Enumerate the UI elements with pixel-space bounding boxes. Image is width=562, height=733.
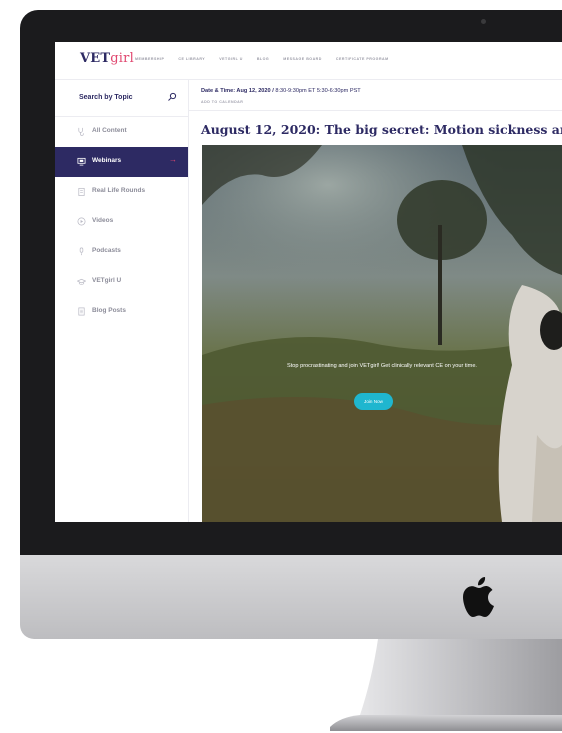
hero-banner: Stop procrastinating and join VETgirl! G… bbox=[202, 145, 562, 522]
play-icon bbox=[77, 217, 86, 226]
search-by-topic[interactable]: Search by Topic bbox=[55, 80, 188, 117]
sidebar: Search by Topic All Content Webinars → R… bbox=[55, 80, 189, 522]
divider bbox=[189, 110, 562, 111]
document-icon bbox=[78, 307, 85, 316]
sidebar-item-label: Blog Posts bbox=[92, 307, 126, 314]
sidebar-item-blog-posts[interactable]: Blog Posts bbox=[55, 297, 188, 327]
sidebar-item-label: Real Life Rounds bbox=[92, 187, 146, 194]
sidebar-item-label: Videos bbox=[92, 217, 114, 224]
logo-vet: VET bbox=[80, 51, 111, 66]
date-label: Date & Time: Aug 12, 2020 / bbox=[201, 88, 274, 94]
search-icon[interactable] bbox=[167, 92, 177, 102]
date-value: 8:30-9:30pm ET 5:30-6:30pm PST bbox=[275, 88, 361, 94]
sidebar-item-webinars[interactable]: Webinars → bbox=[55, 147, 188, 177]
top-navigation: VETgirl MEMBERSHIP CE LIBRARY VETGIRL U … bbox=[55, 42, 562, 80]
nav-link-membership[interactable]: MEMBERSHIP bbox=[135, 57, 164, 61]
graduation-cap-icon bbox=[77, 278, 86, 285]
sidebar-item-all-content[interactable]: All Content bbox=[55, 117, 188, 147]
clipboard-icon bbox=[78, 187, 85, 196]
apple-logo-icon bbox=[463, 577, 494, 617]
sidebar-item-label: All Content bbox=[92, 127, 127, 134]
nav-link-message-board[interactable]: MESSAGE BOARD bbox=[283, 57, 322, 61]
page-title: August 12, 2020: The big secret: Motion … bbox=[201, 122, 562, 137]
sidebar-item-label: Webinars bbox=[92, 157, 122, 164]
browser-screen: VETgirl MEMBERSHIP CE LIBRARY VETGIRL U … bbox=[55, 42, 562, 522]
event-date-time: Date & Time: Aug 12, 2020 / 8:30-9:30pm … bbox=[201, 88, 361, 94]
microphone-icon bbox=[79, 247, 84, 256]
nav-link-vetgirl-u[interactable]: VETGIRL U bbox=[219, 57, 243, 61]
search-label: Search by Topic bbox=[79, 94, 133, 101]
sidebar-item-label: VETgirl U bbox=[92, 277, 122, 284]
nav-link-ce-library[interactable]: CE LIBRARY bbox=[178, 57, 205, 61]
hero-photo bbox=[202, 145, 562, 522]
stethoscope-icon bbox=[78, 127, 84, 136]
sidebar-item-real-life-rounds[interactable]: Real Life Rounds bbox=[55, 177, 188, 207]
add-to-calendar-link[interactable]: ADD TO CALENDAR bbox=[201, 100, 243, 104]
logo-girl: girl bbox=[110, 51, 134, 66]
monitor-icon bbox=[77, 157, 86, 166]
hero-tagline: Stop procrastinating and join VETgirl! G… bbox=[287, 363, 477, 369]
sidebar-item-vetgirl-u[interactable]: VETgirl U bbox=[55, 267, 188, 297]
sidebar-item-videos[interactable]: Videos bbox=[55, 207, 188, 237]
nav-link-certificate-program[interactable]: CERTIFICATE PROGRAM bbox=[336, 57, 389, 61]
camera-icon bbox=[481, 19, 486, 24]
join-now-button[interactable]: Join Now bbox=[354, 393, 393, 410]
sidebar-item-label: Podcasts bbox=[92, 247, 121, 254]
sidebar-item-podcasts[interactable]: Podcasts bbox=[55, 237, 188, 267]
arrow-right-icon: → bbox=[169, 155, 177, 164]
imac-stand bbox=[330, 639, 562, 731]
nav-link-blog[interactable]: BLOG bbox=[257, 57, 269, 61]
main-content: Date & Time: Aug 12, 2020 / 8:30-9:30pm … bbox=[189, 80, 562, 522]
vetgirl-logo[interactable]: VETgirl bbox=[80, 51, 134, 66]
nav-links: MEMBERSHIP CE LIBRARY VETGIRL U BLOG MES… bbox=[135, 57, 403, 61]
